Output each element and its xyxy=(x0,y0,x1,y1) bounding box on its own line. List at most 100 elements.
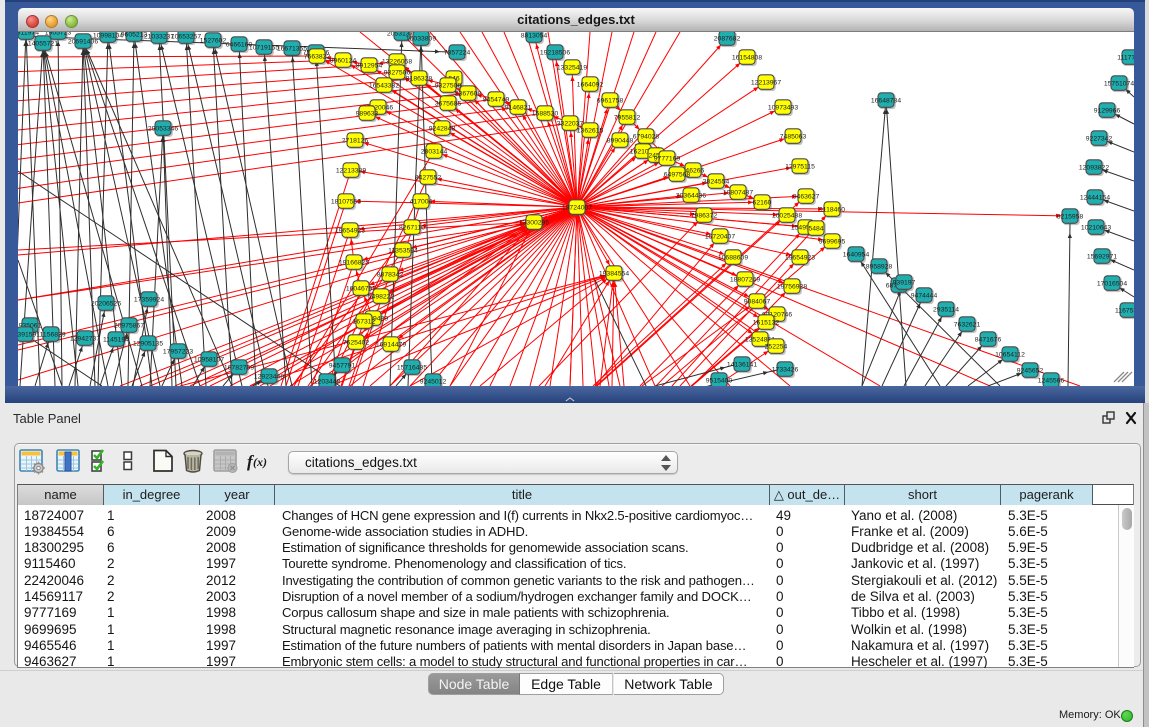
svg-text:15751074: 15751074 xyxy=(1104,80,1134,87)
svg-text:12213389: 12213389 xyxy=(336,167,366,174)
svg-text:6794028: 6794028 xyxy=(633,133,660,140)
svg-text:29053346: 29053346 xyxy=(148,125,178,132)
svg-text:1664092: 1664092 xyxy=(577,81,604,88)
svg-text:9777169: 9777169 xyxy=(654,155,681,162)
svg-text:9245012: 9245012 xyxy=(420,378,447,385)
svg-text:16914479: 16914479 xyxy=(376,341,406,348)
svg-text:10653257: 10653257 xyxy=(171,33,201,40)
svg-text:16648784: 16648784 xyxy=(871,97,901,104)
svg-text:11353594: 11353594 xyxy=(388,247,418,254)
svg-text:8813054: 8813054 xyxy=(521,32,548,39)
svg-text:62160: 62160 xyxy=(753,199,772,206)
svg-text:10719155: 10719155 xyxy=(249,44,279,51)
svg-text:3322037: 3322037 xyxy=(557,120,584,127)
svg-text:6497568: 6497568 xyxy=(664,171,691,178)
svg-text:9227342: 9227342 xyxy=(1086,135,1113,142)
svg-text:1640954: 1640954 xyxy=(843,251,870,258)
svg-text:19166825: 19166825 xyxy=(339,259,369,266)
svg-text:12923448: 12923448 xyxy=(254,373,284,380)
svg-text:13325419: 13325419 xyxy=(557,64,587,71)
svg-text:1588520: 1588520 xyxy=(532,110,559,117)
svg-text:8960124: 8960124 xyxy=(330,57,357,64)
svg-text:9084067: 9084067 xyxy=(744,298,771,305)
svg-text:10973493: 10973493 xyxy=(768,104,798,111)
svg-text:(x): (x) xyxy=(253,455,267,469)
svg-text:10998104: 10998104 xyxy=(93,32,123,39)
svg-text:10654112: 10654112 xyxy=(995,351,1025,358)
svg-text:10025488: 10025488 xyxy=(772,212,802,219)
svg-text:20364436: 20364436 xyxy=(676,192,706,199)
svg-text:16543382: 16543382 xyxy=(369,82,399,89)
svg-text:16154808: 16154808 xyxy=(732,54,762,61)
svg-text:17016504: 17016504 xyxy=(1097,280,1127,287)
svg-text:19654923: 19654923 xyxy=(335,227,365,234)
svg-text:18807249: 18807249 xyxy=(730,276,760,283)
svg-text:1145194: 1145194 xyxy=(103,336,129,343)
svg-text:21033237: 21033237 xyxy=(144,33,174,40)
svg-text:2718126: 2718126 xyxy=(342,137,369,144)
svg-text:7955812: 7955812 xyxy=(614,114,641,121)
svg-text:20691406: 20691406 xyxy=(68,38,98,45)
svg-text:9129966: 9129966 xyxy=(1094,107,1121,114)
svg-text:2087682: 2087682 xyxy=(714,35,741,42)
svg-text:20206526: 20206526 xyxy=(91,300,121,307)
svg-text:14055721: 14055721 xyxy=(28,40,58,47)
svg-text:8811974: 8811974 xyxy=(18,32,39,36)
svg-text:15716485: 15716485 xyxy=(397,364,427,371)
svg-text:12975115: 12975115 xyxy=(785,163,815,170)
svg-text:3824554: 3824554 xyxy=(703,178,730,185)
svg-text:8958928: 8958928 xyxy=(866,263,893,270)
svg-text:2367608: 2367608 xyxy=(455,90,482,97)
svg-text:19218506: 19218506 xyxy=(540,49,570,56)
svg-text:2935114: 2935114 xyxy=(933,306,959,313)
svg-text:167312: 167312 xyxy=(353,318,376,325)
svg-text:7625402: 7625402 xyxy=(343,339,370,346)
svg-text:19654923: 19654923 xyxy=(785,254,815,261)
svg-text:10210643: 10210643 xyxy=(1081,224,1111,231)
svg-text:9242848: 9242848 xyxy=(429,125,456,132)
svg-text:18724007: 18724007 xyxy=(562,204,592,211)
svg-text:7632621: 7632621 xyxy=(954,321,981,328)
svg-text:417004: 417004 xyxy=(410,198,433,205)
svg-text:9515400: 9515400 xyxy=(706,377,733,384)
svg-text:12942737: 12942737 xyxy=(70,335,100,342)
svg-text:3675685: 3675685 xyxy=(435,100,462,107)
svg-text:2803144: 2803144 xyxy=(421,148,448,155)
svg-text:9463627: 9463627 xyxy=(793,193,820,200)
svg-text:11156829: 11156829 xyxy=(36,331,65,338)
svg-text:12093822: 12093822 xyxy=(1079,164,1109,171)
svg-text:10807487: 10807487 xyxy=(723,189,753,196)
svg-text:8454749: 8454749 xyxy=(483,96,510,103)
svg-text:18107553: 18107553 xyxy=(331,198,361,205)
svg-text:5484: 5484 xyxy=(808,225,823,232)
svg-text:1362615: 1362615 xyxy=(577,127,604,134)
svg-text:1117745: 1117745 xyxy=(1117,54,1134,61)
svg-text:17957223: 17957223 xyxy=(163,348,193,355)
svg-text:16046755: 16046755 xyxy=(346,285,376,292)
svg-text:252254: 252254 xyxy=(765,343,788,350)
svg-text:1615132: 1615132 xyxy=(753,319,780,326)
svg-text:8912954: 8912954 xyxy=(356,62,383,69)
svg-text:10688609: 10688609 xyxy=(718,254,748,261)
svg-text:8186328: 8186328 xyxy=(406,75,433,82)
svg-text:10958107: 10958107 xyxy=(194,356,224,363)
svg-text:8267110: 8267110 xyxy=(399,224,425,231)
svg-text:939159: 939159 xyxy=(18,331,37,338)
svg-text:9245652: 9245652 xyxy=(1017,367,1044,374)
svg-text:12444154: 12444154 xyxy=(1080,194,1110,201)
svg-text:14136141: 14136141 xyxy=(727,361,757,368)
svg-text:9327508: 9327508 xyxy=(435,82,462,89)
svg-text:13300295: 13300295 xyxy=(519,219,549,226)
svg-text:7357224: 7357224 xyxy=(444,49,471,56)
svg-text:15720407: 15720407 xyxy=(705,233,735,240)
svg-text:1245566: 1245566 xyxy=(1038,377,1065,384)
svg-text:8878342: 8878342 xyxy=(377,271,404,278)
svg-text:20975867: 20975867 xyxy=(114,322,144,329)
svg-text:9146821: 9146821 xyxy=(505,104,532,111)
svg-text:9457791: 9457791 xyxy=(329,362,356,369)
svg-text:8990448: 8990448 xyxy=(607,137,634,144)
svg-text:8471676: 8471676 xyxy=(975,336,1002,343)
svg-text:12213967: 12213967 xyxy=(751,79,781,86)
svg-text:7663822: 7663822 xyxy=(304,53,331,60)
svg-text:5498222: 5498222 xyxy=(368,293,395,300)
